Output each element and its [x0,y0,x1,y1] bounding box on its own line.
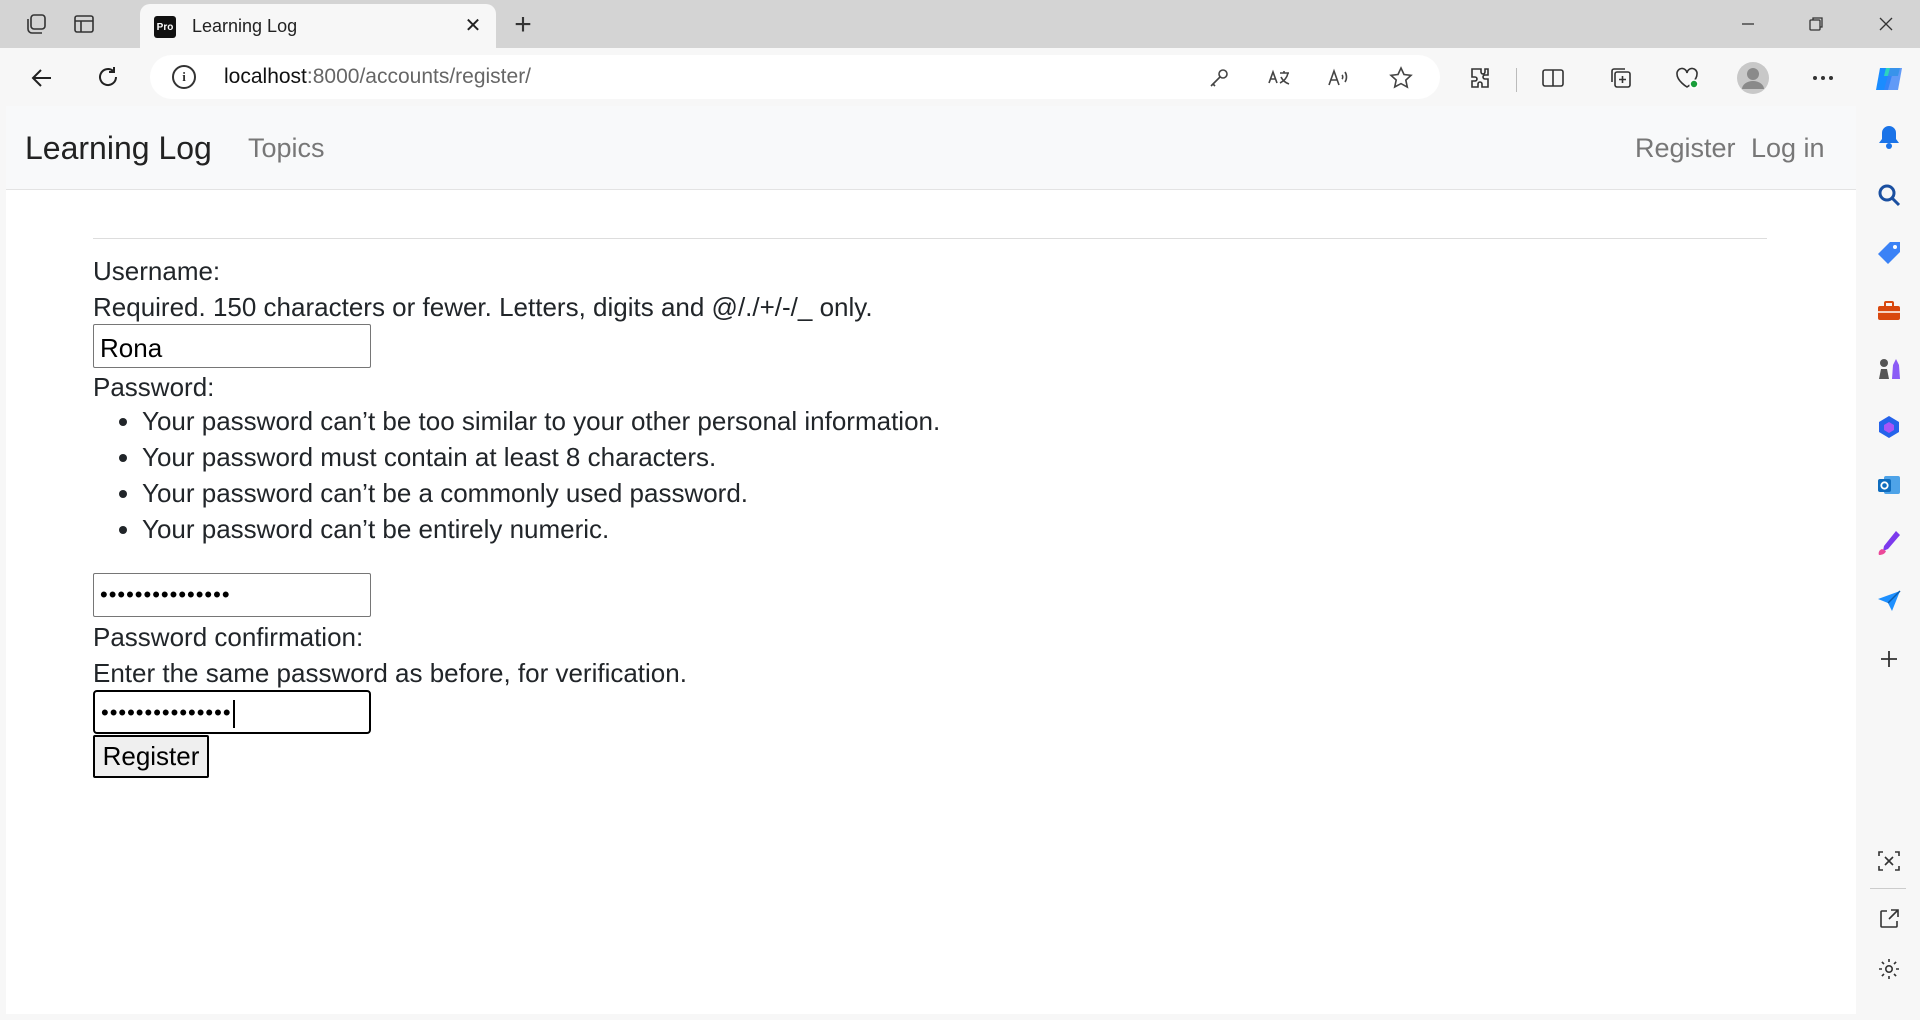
username-input[interactable]: Rona [93,324,371,368]
read-aloud-icon[interactable] [1324,63,1354,93]
nav-login-link[interactable]: Log in [1751,133,1825,164]
site-navbar: Learning Log Topics Register Log in [6,106,1856,190]
split-screen-icon[interactable] [1536,61,1570,95]
new-tab-icon[interactable]: + [506,8,540,42]
url-path: :8000/accounts/register/ [306,65,532,88]
search-icon[interactable] [1874,180,1904,210]
copilot-icon[interactable] [1870,60,1908,98]
password-rule: Your password can’t be too similar to yo… [142,403,940,439]
content-divider [93,238,1767,239]
close-tab-icon[interactable]: ✕ [460,12,486,38]
password-confirmation-label: Password confirmation: [93,622,364,652]
open-external-icon[interactable] [1874,904,1904,934]
toolbar-divider [1516,68,1517,92]
settings-gear-icon[interactable] [1874,954,1904,984]
games-chess-icon[interactable] [1874,354,1904,384]
address-bar[interactable]: i localhost:8000/accounts/register/ [150,55,1440,99]
browser-toolbar: i localhost:8000/accounts/register/ [0,48,1920,106]
url-host: localhost [224,65,307,88]
screenshot-capture-icon[interactable] [1874,846,1904,876]
site-favicon: Pro [154,16,176,38]
site-info-icon[interactable]: i [172,65,196,89]
vertical-tabs-icon[interactable] [70,10,98,38]
password-rules-list: Your password can’t be too similar to yo… [142,403,940,547]
microsoft-365-icon[interactable] [1874,412,1904,442]
back-arrow-icon[interactable] [24,60,60,96]
sidebar-divider [1870,888,1906,889]
tab-title: Learning Log [192,16,298,36]
username-label: Username: [93,256,221,286]
password-confirmation-value: ••••••••••••••• [101,700,232,725]
browser-titlebar: Pro Learning Log ✕ + [0,0,1920,48]
nav-topics-link[interactable]: Topics [248,133,325,164]
workspaces-icon[interactable] [22,10,50,38]
password-rule: Your password can’t be entirely numeric. [142,511,940,547]
key-icon[interactable] [1204,63,1234,93]
restore-icon[interactable] [1796,8,1836,40]
minimize-icon[interactable] [1728,8,1768,40]
collections-icon[interactable] [1604,61,1638,95]
password-confirmation-input[interactable]: ••••••••••••••• [93,690,371,734]
edge-sidebar [1856,48,1920,1020]
favorite-star-icon[interactable] [1386,63,1416,93]
outlook-icon[interactable] [1874,470,1904,500]
refresh-icon[interactable] [90,60,126,96]
url-text[interactable]: localhost:8000/accounts/register/ [224,65,531,89]
nav-register-link[interactable]: Register [1635,133,1736,164]
more-options-icon[interactable] [1806,61,1840,95]
notifications-bell-icon[interactable] [1874,122,1904,152]
shopping-tag-icon[interactable] [1874,238,1904,268]
browser-essentials-icon[interactable] [1670,61,1704,95]
password-label: Password: [93,372,215,402]
translate-icon[interactable] [1264,63,1294,93]
profile-avatar-icon[interactable] [1736,61,1770,95]
close-window-icon[interactable] [1866,8,1906,40]
add-sidebar-app-icon[interactable] [1874,644,1904,674]
password-input[interactable]: ••••••••••••••• [93,573,371,617]
password-rule: Your password must contain at least 8 ch… [142,439,940,475]
send-drop-icon[interactable] [1874,586,1904,616]
web-page: Learning Log Topics Register Log in User… [6,106,1856,1014]
designer-icon[interactable] [1874,528,1904,558]
password-confirmation-help-text: Enter the same password as before, for v… [93,658,687,688]
password-rule: Your password can’t be a commonly used p… [142,475,940,511]
active-tab[interactable]: Pro Learning Log ✕ [140,4,496,48]
site-brand-link[interactable]: Learning Log [25,130,212,167]
extensions-icon[interactable] [1464,61,1498,95]
text-caret [232,700,235,729]
username-help-text: Required. 150 characters or fewer. Lette… [93,292,873,322]
register-button[interactable]: Register [93,735,209,778]
tools-toolbox-icon[interactable] [1874,296,1904,326]
